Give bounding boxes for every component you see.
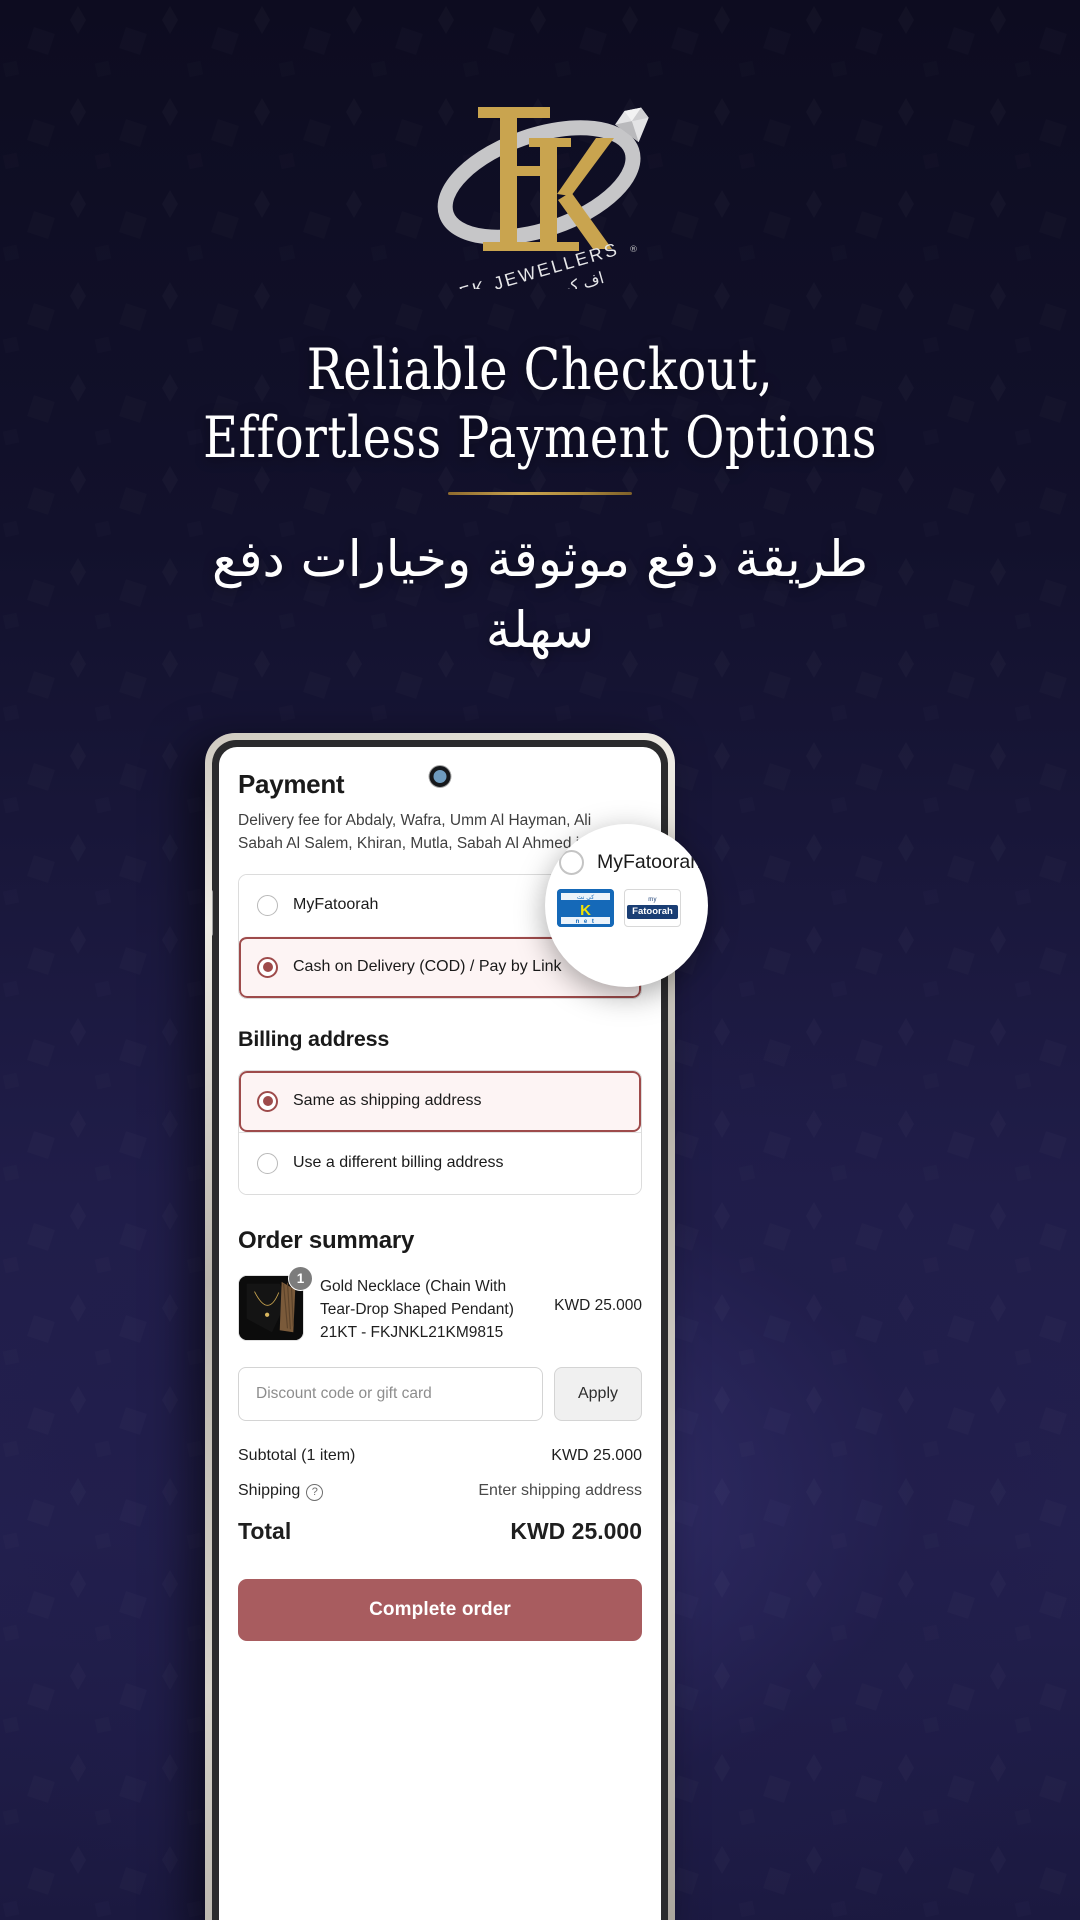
subtotal-value: KWD 25.000 <box>551 1446 642 1464</box>
order-item-price: KWD 25.000 <box>554 1296 642 1314</box>
phone-camera-icon <box>429 766 451 787</box>
total-label: Total <box>238 1517 292 1544</box>
discount-code-input[interactable] <box>238 1366 543 1421</box>
svg-text:n e t: n e t <box>576 919 596 925</box>
radio-icon-different-address[interactable] <box>257 1152 278 1174</box>
gold-divider <box>448 492 632 495</box>
discount-row: Apply <box>238 1366 642 1421</box>
totals-section: Subtotal (1 item) KWD 25.000 Shipping? E… <box>238 1447 642 1545</box>
shipping-value: Enter shipping address <box>478 1482 642 1500</box>
headline-line-1: Reliable Checkout, <box>306 337 774 403</box>
magnifier-callout: MyFatoorah كي نت K n e t my Fatoorah <box>545 824 708 987</box>
billing-option-label: Same as shipping address <box>293 1092 482 1110</box>
shipping-label-wrap: Shipping? <box>238 1481 324 1501</box>
shipping-label: Shipping <box>238 1481 301 1499</box>
subtotal-label: Subtotal (1 item) <box>238 1446 356 1464</box>
complete-order-button[interactable]: Complete order <box>238 1578 642 1641</box>
svg-text:كي نت: كي نت <box>577 894 594 901</box>
help-icon[interactable]: ? <box>306 1483 324 1501</box>
page-title: Reliable Checkout, Effortless Payment Op… <box>86 340 993 469</box>
brand-logo: ® FK JEWELLERS اف كي مجوهرات <box>0 74 1080 289</box>
subheadline-arabic: طريقة دفع موثوقة وخيارات دفع سهلة <box>211 530 869 659</box>
order-item-row: 1 Gold Necklace (Chain With Tear-Drop Sh… <box>238 1265 642 1345</box>
radio-icon-myfatoorah-zoomed[interactable] <box>559 850 584 875</box>
magnifier-content: MyFatoorah كي نت K n e t my Fatoorah <box>545 824 708 987</box>
order-item-name: Gold Necklace (Chain With Tear-Drop Shap… <box>320 1277 514 1342</box>
total-row: Total KWD 25.000 <box>238 1518 642 1545</box>
shipping-row: Shipping? Enter shipping address <box>238 1482 642 1501</box>
magnified-payment-label: MyFatoorah <box>597 851 702 873</box>
billing-address-group: Same as shipping address Use a different… <box>238 1069 642 1195</box>
billing-option-different[interactable]: Use a different billing address <box>239 1131 641 1194</box>
radio-icon-same-address[interactable] <box>257 1090 278 1112</box>
apply-discount-button[interactable]: Apply <box>554 1366 642 1421</box>
subtotal-row: Subtotal (1 item) KWD 25.000 <box>238 1447 642 1465</box>
magnified-payment-option[interactable]: MyFatoorah <box>551 850 708 875</box>
billing-option-same[interactable]: Same as shipping address <box>239 1070 641 1132</box>
total-value: KWD 25.000 <box>510 1517 642 1544</box>
payment-option-label: MyFatoorah <box>293 896 379 914</box>
myfatoorah-logo-top: my <box>648 897 657 904</box>
phone-side-button <box>212 890 213 936</box>
radio-icon-myfatoorah[interactable] <box>257 894 278 916</box>
myfatoorah-logo-bottom: Fatoorah <box>627 905 678 919</box>
payment-provider-logos: كي نت K n e t my Fatoorah <box>551 889 708 927</box>
knet-logo: كي نت K n e t <box>557 889 614 927</box>
product-thumbnail-wrap: 1 <box>238 1265 313 1341</box>
headline-line-2: Effortless Payment Options <box>203 405 877 472</box>
order-summary-heading: Order summary <box>238 1226 415 1254</box>
payment-option-label: Cash on Delivery (COD) / Pay by Link <box>293 958 562 976</box>
radio-icon-cod[interactable] <box>257 956 278 978</box>
myfatoorah-logo: my Fatoorah <box>624 889 681 927</box>
billing-address-heading: Billing address <box>238 1026 390 1051</box>
svg-text:K: K <box>580 902 591 919</box>
billing-option-label: Use a different billing address <box>293 1154 504 1172</box>
item-quantity-badge: 1 <box>288 1265 313 1291</box>
fk-jewellers-logo-icon: ® FK JEWELLERS اف كي مجوهرات <box>437 107 649 289</box>
registered-mark: ® <box>629 245 638 255</box>
knet-logo-icon: كي نت K n e t <box>557 889 614 927</box>
